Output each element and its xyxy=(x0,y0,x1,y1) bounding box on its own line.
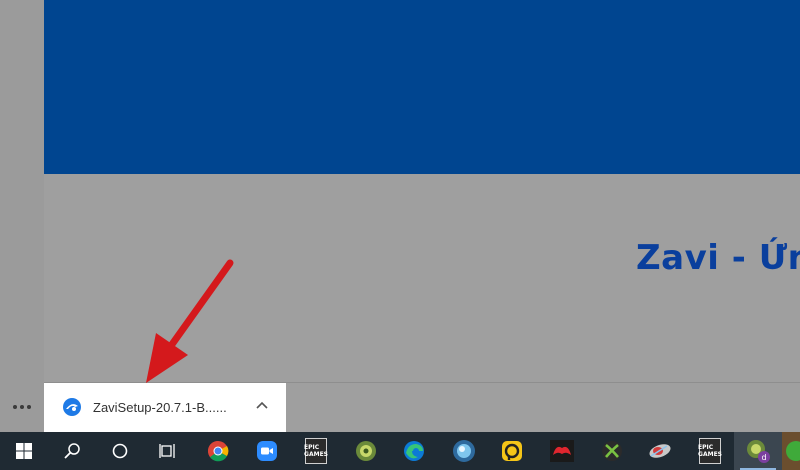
cyberlink-icon[interactable] xyxy=(342,432,390,470)
ldplayer-icon[interactable] xyxy=(488,432,536,470)
hero-banner xyxy=(44,0,800,174)
epic-games-icon[interactable]: EPIC GAMES xyxy=(292,432,340,470)
epic-label: EPIC GAMES xyxy=(698,444,722,458)
page-headline: Zavi - Ứng xyxy=(636,238,800,278)
task-view-icon[interactable] xyxy=(144,432,192,470)
globe-app-icon[interactable] xyxy=(636,432,684,470)
zavi-app-icon xyxy=(63,398,81,416)
left-margin xyxy=(0,0,44,432)
ball-app-icon[interactable] xyxy=(440,432,488,470)
garena-icon[interactable] xyxy=(538,432,586,470)
user-badge: d xyxy=(761,453,766,462)
edge-icon[interactable] xyxy=(390,432,438,470)
more-horizontal-icon[interactable] xyxy=(10,396,34,418)
epic-label: EPIC GAMES xyxy=(304,444,328,458)
chevron-up-icon[interactable] xyxy=(254,398,270,414)
download-file-name: ZaviSetup-20.7.1-B...... xyxy=(93,400,227,415)
windows-start-icon[interactable] xyxy=(0,432,48,470)
epic-games-icon[interactable]: EPIC GAMES xyxy=(686,432,734,470)
red-arrow-icon xyxy=(146,259,234,383)
search-icon[interactable] xyxy=(48,432,96,470)
xbox-icon[interactable] xyxy=(588,432,636,470)
zoom-icon[interactable] xyxy=(243,432,291,470)
green-app-icon[interactable] xyxy=(782,432,800,470)
cyberlink-user-icon[interactable]: d xyxy=(734,432,782,470)
chrome-icon[interactable] xyxy=(194,432,242,470)
taskbar: EPIC GAMES EPIC GAMES d xyxy=(0,432,800,470)
download-item[interactable]: ZaviSetup-20.7.1-B...... xyxy=(44,383,286,432)
cortana-icon[interactable] xyxy=(96,432,144,470)
